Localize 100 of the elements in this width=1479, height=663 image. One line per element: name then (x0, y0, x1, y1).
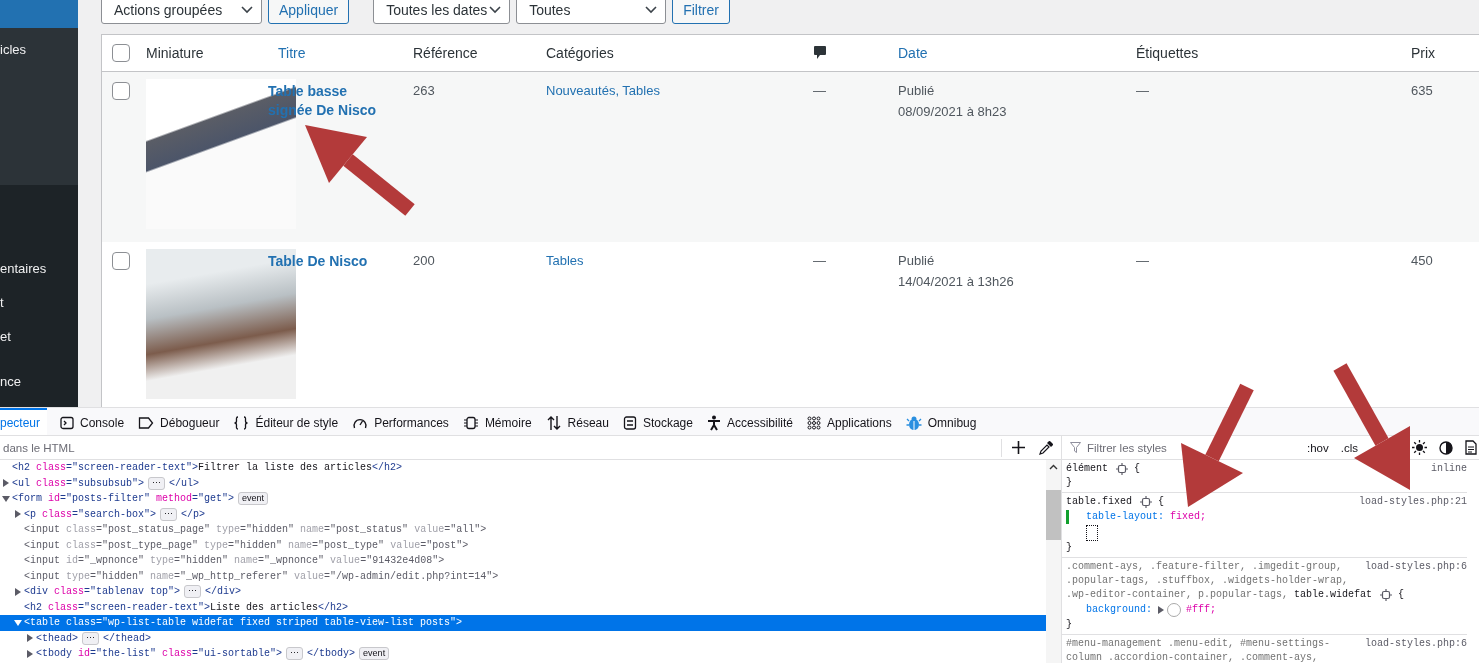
categories-select[interactable]: Toutes (516, 0, 667, 24)
bulk-actions-select[interactable]: Actions groupées (101, 0, 262, 24)
target-icon[interactable] (1140, 496, 1152, 508)
stylesheet-link[interactable]: load-styles.php:6 (1364, 560, 1467, 574)
devtools-tab[interactable]: Accessibilité (700, 408, 800, 435)
document-icon[interactable] (1465, 440, 1477, 455)
pseudo-class-toggle[interactable]: .cls (1340, 441, 1358, 454)
devtools-tab[interactable]: Omnibug (898, 408, 984, 435)
collapsed-triangle-icon[interactable] (14, 510, 22, 519)
sidebar-item[interactable]: t (0, 293, 4, 327)
sidebar-item[interactable]: et (0, 327, 11, 361)
dates-select[interactable]: Toutes les dates (373, 0, 511, 24)
html-node-line[interactable]: <input class="post_status_page" type="hidden" name="post_status" value="all"> (0, 522, 1046, 538)
column-header: Étiquettes (1136, 45, 1199, 61)
new-property-field[interactable] (1086, 525, 1098, 541)
filter-icon (1070, 442, 1081, 453)
css-selector: .popular-tags, .stuffbox, .widgets-holder-wrap, (1066, 574, 1349, 588)
target-icon[interactable] (1380, 589, 1393, 601)
sun-icon[interactable] (1412, 440, 1427, 455)
html-node-line[interactable]: <input id="_wpnonce" type="hidden" name="_wpnonce" value="91432e4d08"> (0, 553, 1046, 569)
html-node-line[interactable]: <ul class="subsubsub"> ⋯ </ul> (0, 475, 1046, 491)
open-brace: { (1134, 462, 1141, 476)
sidebar-item[interactable]: nce (0, 372, 21, 406)
devtools-tab[interactable]: Réseau (538, 408, 616, 435)
column-header: Référence (413, 45, 478, 61)
select-all-checkbox[interactable] (112, 44, 130, 62)
css-property[interactable]: table-layout: (1086, 509, 1164, 525)
devtools-tab[interactable]: Éditeur de style (226, 408, 346, 435)
sidebar-item[interactable]: entaires (0, 259, 47, 293)
column-sort-link[interactable]: Date (898, 44, 928, 62)
category-links[interactable]: Tables (546, 252, 584, 270)
sidebar-item[interactable]: icles (0, 40, 78, 60)
filter-button[interactable]: Filtrer (672, 0, 730, 24)
target-icon[interactable] (1116, 463, 1128, 475)
row-checkbox[interactable] (112, 252, 130, 270)
devtools-tab[interactable]: pecteur (0, 408, 48, 435)
html-node-line[interactable]: <p class="search-box"> ⋯ </p> (0, 506, 1046, 522)
braces-icon (233, 415, 250, 430)
css-selector: .wp-editor-container, p.popular-tags, (1066, 588, 1289, 602)
column-header: Catégories (546, 45, 614, 61)
expanded-triangle-icon[interactable] (14, 618, 22, 627)
pseudo-class-toggle[interactable]: :hov (1307, 441, 1329, 454)
post-title-link[interactable]: Table De Nisco (268, 252, 378, 271)
category-links[interactable]: Nouveautés, Tables (546, 82, 660, 100)
expanded-triangle-icon[interactable] (2, 494, 10, 503)
devtools-tab[interactable]: Performances (345, 408, 456, 435)
html-node-line[interactable]: <input class="post_type_page" type="hidden" name="post_type" value="post"> (0, 537, 1046, 553)
scrollbar-thumb[interactable] (1046, 490, 1061, 540)
html-node-line[interactable]: <h2 class="screen-reader-text">Filtrer la liste des articles</h2> (0, 460, 1046, 476)
html-node-line[interactable]: <form id="posts-filter" method="get"> event (0, 491, 1046, 507)
css-selector: .comment-ays, .feature-filter, .imgedit-group, (1066, 560, 1343, 574)
price-text: 635 (1411, 82, 1433, 100)
css-value[interactable]: fixed; (1170, 509, 1207, 525)
contrast-icon[interactable] (1439, 440, 1453, 455)
up-down-arrows-icon (545, 414, 562, 431)
open-brace: { (1398, 588, 1405, 602)
devtools-tab[interactable]: Applications (800, 408, 899, 435)
accessibility-icon (707, 414, 721, 431)
open-brace: { (1158, 495, 1165, 509)
css-property[interactable]: background: (1086, 602, 1152, 618)
stylesheet-link[interactable]: inline (1431, 462, 1467, 476)
html-node-line[interactable]: <tbody id="the-list" class="ui-sortable"> ⋯ </tbody> event (0, 646, 1046, 662)
close-brace: } (1066, 541, 1072, 555)
scroll-up-icon[interactable] (1049, 464, 1058, 470)
color-swatch[interactable] (1167, 603, 1181, 617)
html-node-line[interactable]: <h2 class="screen-reader-text">Liste des articles</h2> (0, 599, 1046, 615)
css-selector: #menu-management .menu-edit, #menu-settings- (1066, 637, 1331, 651)
tags-text: — (1136, 82, 1149, 100)
row-checkbox[interactable] (112, 82, 130, 100)
apply-button[interactable]: Appliquer (268, 0, 350, 24)
css-selector: column .accordion-container, .comment-ays, (1066, 651, 1319, 663)
stylesheet-link[interactable]: load-styles.php:21 (1358, 495, 1467, 509)
devtools-tab[interactable]: Débogueur (131, 408, 227, 435)
stylesheet-link[interactable]: load-styles.php:6 (1364, 637, 1467, 651)
column-header: Miniature (146, 45, 204, 61)
memory-chip-icon (462, 415, 479, 430)
html-node-line[interactable]: <thead> ⋯ </thead> (0, 630, 1046, 646)
html-node-line[interactable]: <div class="tablenav top"> ⋯ </div> (0, 584, 1046, 600)
devtools-tab[interactable]: Stockage (615, 408, 700, 435)
plus-icon[interactable] (1012, 441, 1025, 454)
css-value[interactable]: #fff; (1186, 602, 1217, 618)
devtools-tab[interactable]: Mémoire (455, 408, 539, 435)
html-node-line[interactable]: <input type="hidden" name="_wp_http_referer" value="/wp-admin/edit.php?int=14"> (0, 568, 1046, 584)
storage-icon (622, 415, 637, 430)
collapsed-triangle-icon[interactable] (2, 479, 10, 488)
tags-text: — (1136, 252, 1149, 270)
expand-triangle-icon[interactable] (1158, 606, 1164, 614)
column-sort-link[interactable]: Titre (278, 44, 306, 62)
price-text: 450 (1411, 252, 1433, 270)
collapsed-triangle-icon[interactable] (26, 649, 34, 658)
console-icon (60, 415, 75, 430)
comment-icon (813, 45, 827, 61)
devtools-tab[interactable]: Console (53, 408, 132, 435)
eyedropper-icon[interactable] (1039, 440, 1053, 455)
collapsed-triangle-icon[interactable] (26, 634, 34, 643)
html-search-field[interactable]: dans le HTML (0, 436, 991, 459)
css-selector: table.fixed (1066, 495, 1132, 509)
style-filter-field[interactable]: Filtrer les styles (1085, 440, 1239, 455)
collapsed-triangle-icon[interactable] (14, 587, 22, 596)
post-status: Publié (898, 82, 935, 100)
